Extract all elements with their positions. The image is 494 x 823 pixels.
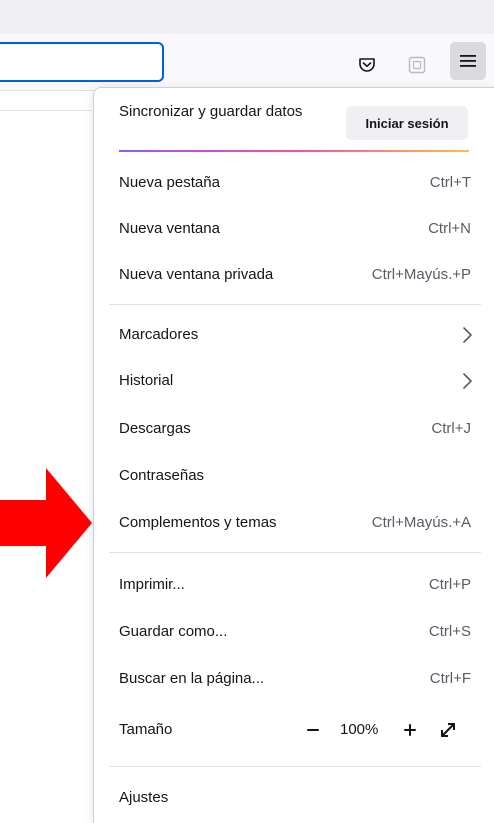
menu-item-shortcut: Ctrl+Mayús.+P: [371, 266, 471, 283]
menu-item-label: Nueva ventana: [119, 220, 220, 237]
menu-item-new-window[interactable]: Nueva ventana Ctrl+N: [94, 207, 494, 253]
menu-item-shortcut: Ctrl+S: [428, 623, 471, 640]
menu-item-label: Buscar en la página...: [119, 670, 265, 687]
menu-separator: [109, 304, 481, 305]
menu-item-print[interactable]: Imprimir... Ctrl+P: [94, 563, 494, 609]
url-bar[interactable]: [0, 42, 164, 82]
menu-item-shortcut: Ctrl+F: [429, 670, 471, 687]
menu-item-label: Nueva pestaña: [119, 174, 220, 191]
menu-item-shortcut: Ctrl+Mayús.+A: [371, 514, 471, 531]
menu-item-history[interactable]: Historial: [94, 359, 494, 405]
zoom-label: Tamaño: [119, 721, 173, 738]
plus-icon: [404, 724, 416, 736]
menu-item-settings[interactable]: Ajustes: [94, 776, 494, 822]
minus-icon: [307, 729, 319, 731]
zoom-value[interactable]: 100%: [340, 721, 378, 738]
fullscreen-icon: [441, 723, 455, 737]
menu-item-save-as[interactable]: Guardar como... Ctrl+S: [94, 610, 494, 656]
menu-item-label: Historial: [119, 372, 174, 389]
chevron-right-icon: [461, 371, 473, 396]
menu-item-label: Guardar como...: [119, 623, 228, 640]
menu-item-label: Descargas: [119, 420, 191, 437]
sync-gradient-divider: [119, 150, 469, 152]
menu-item-shortcut: Ctrl+J: [431, 420, 471, 437]
app-menu-panel: Sincronizar y guardar datos Iniciar sesi…: [93, 87, 494, 823]
content-divider: [0, 110, 92, 111]
menu-item-label: Imprimir...: [119, 576, 185, 593]
menu-item-downloads[interactable]: Descargas Ctrl+J: [94, 407, 494, 453]
zoom-out-button[interactable]: [299, 716, 327, 744]
app-menu-button[interactable]: [450, 42, 486, 80]
hamburger-menu-icon: [460, 55, 476, 67]
sync-title: Sincronizar y guardar datos: [119, 103, 303, 120]
pocket-icon[interactable]: [354, 52, 380, 78]
chevron-right-icon: [461, 325, 473, 350]
menu-separator: [109, 766, 481, 767]
menu-item-label: Complementos y temas: [119, 514, 277, 531]
signin-button[interactable]: Iniciar sesión: [346, 106, 468, 140]
menu-item-new-private-window[interactable]: Nueva ventana privada Ctrl+Mayús.+P: [94, 253, 494, 299]
menu-item-label: Marcadores: [119, 326, 199, 343]
menu-item-addons-themes[interactable]: Complementos y temas Ctrl+Mayús.+A: [94, 501, 494, 547]
menu-item-label: Ajustes: [119, 789, 169, 806]
menu-item-passwords[interactable]: Contraseñas: [94, 454, 494, 500]
extension-icon[interactable]: [404, 52, 430, 78]
menu-item-zoom: Tamaño 100%: [94, 708, 494, 754]
annotation-arrow-icon: [0, 468, 92, 578]
tab-strip: [0, 0, 494, 34]
menu-separator: [109, 552, 481, 553]
zoom-in-button[interactable]: [396, 716, 424, 744]
menu-item-shortcut: Ctrl+T: [429, 174, 471, 191]
menu-item-shortcut: Ctrl+N: [428, 220, 471, 237]
menu-item-bookmarks[interactable]: Marcadores: [94, 313, 494, 359]
menu-item-label: Nueva ventana privada: [119, 266, 274, 283]
menu-item-shortcut: Ctrl+P: [428, 576, 471, 593]
menu-item-label: Contraseñas: [119, 467, 205, 484]
menu-item-new-tab[interactable]: Nueva pestaña Ctrl+T: [94, 161, 494, 207]
menu-item-find-in-page[interactable]: Buscar en la página... Ctrl+F: [94, 657, 494, 703]
fullscreen-button[interactable]: [434, 716, 462, 744]
